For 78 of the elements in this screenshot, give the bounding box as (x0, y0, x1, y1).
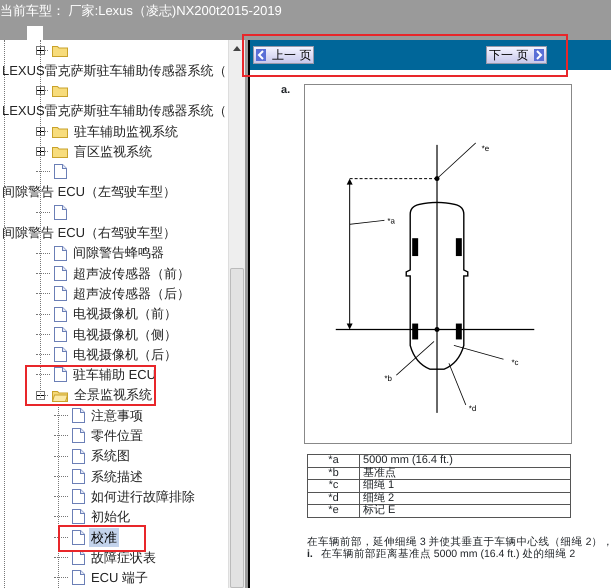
page-icon (54, 164, 67, 180)
step-label: a. (281, 83, 290, 98)
page-icon (72, 428, 85, 444)
legend-key: *d (308, 492, 360, 504)
folder-icon (52, 124, 68, 138)
callout-label: *d (468, 404, 476, 413)
tree-item[interactable]: 电视摄像机（后） (71, 344, 179, 364)
tree-item[interactable]: 初始化 (89, 507, 132, 527)
marker-dot (434, 327, 440, 332)
page-icon (72, 509, 85, 524)
leader-line (453, 345, 504, 360)
legend-key: *b (308, 467, 360, 480)
callout-label: *c (511, 358, 518, 368)
page-icon (54, 326, 67, 342)
scrollbar[interactable] (228, 40, 245, 588)
legend-value: 细绳 2 (360, 492, 570, 504)
legend-key: *a (308, 454, 360, 467)
page-icon (72, 530, 85, 545)
tree-item[interactable]: LEXUS雷克萨斯驻车辅助传感器系统（ (0, 101, 228, 121)
instruction-text: 在车辆前部距离基准点 5000 mm (16.4 ft.) 处的细绳 2 (320, 548, 576, 560)
legend-value: 细绳 1 (360, 480, 570, 492)
page-icon (54, 286, 67, 302)
tree-item[interactable]: 超声波传感器（前） (71, 264, 192, 284)
marker-dot (434, 176, 440, 182)
folder-icon (52, 44, 68, 57)
page-icon (54, 347, 67, 362)
page-icon (72, 408, 85, 423)
tree-item[interactable]: 间隙警告蜂鸣器 (71, 243, 166, 263)
page-icon (72, 468, 85, 484)
tree-item[interactable]: 电视摄像机（前） (71, 304, 179, 324)
tree-item[interactable]: 驻车辅助监视系统 (72, 122, 180, 142)
page-icon (72, 489, 85, 504)
scrollbar-thumb[interactable] (230, 268, 244, 588)
list-marker: i. (307, 548, 313, 560)
left-arrow-icon (256, 49, 266, 61)
leader-line (436, 142, 476, 180)
tree-item[interactable]: 超声波传感器（后） (71, 284, 192, 304)
page-icon (72, 448, 85, 464)
tree-item[interactable]: 如何进行故障排除 (89, 486, 197, 506)
tree-item[interactable]: LEXUS雷克萨斯驻车辅助传感器系统（ (0, 60, 228, 80)
callout-label: *b (384, 374, 392, 384)
folder-icon (52, 388, 68, 402)
tree-item[interactable]: 电视摄像机（侧） (71, 324, 179, 344)
scroll-up-icon[interactable] (233, 46, 241, 51)
page-icon (54, 246, 67, 261)
leader-line (396, 341, 434, 376)
tree-item[interactable]: 盲区监视系统 (72, 142, 154, 162)
page-icon (54, 306, 67, 322)
callout-label: *e (482, 144, 490, 153)
tree-item[interactable]: 系统图 (89, 446, 132, 466)
folder-icon (52, 145, 68, 158)
page-icon (54, 205, 67, 220)
leader-line (349, 220, 385, 225)
right-arrow-icon (534, 49, 544, 61)
page-icon (54, 367, 67, 382)
page-icon (54, 266, 67, 281)
legend-value: 基准点 (360, 467, 570, 480)
instruction-text: 在车辆前部，延伸细绳 3 并使其垂直于车辆中心线（细绳 2）， (307, 536, 611, 548)
page-icon (72, 570, 85, 586)
window-title: 当前车型： 厂家:Lexus（凌志)NX200t2015-2019 (0, 2, 282, 20)
tree-item[interactable]: 零件位置 (89, 426, 145, 446)
tree-item[interactable]: 系统描述 (89, 466, 145, 486)
previous-page-button[interactable]: 上一 页 (253, 46, 314, 64)
legend-value: 5000 mm (16.4 ft.) (360, 454, 570, 467)
callout-label: *a (387, 216, 395, 226)
legend-key: *e (308, 504, 360, 517)
tree-item[interactable]: 注意事项 (89, 406, 145, 426)
folder-icon (52, 84, 68, 98)
tree-item[interactable]: 故障症状表 (89, 548, 158, 568)
tree-item[interactable]: 全景监视系统 (72, 385, 154, 405)
tree-item[interactable]: 校准 (89, 528, 119, 548)
next-page-button[interactable]: 下一 页 (486, 46, 548, 64)
legend-value: 标记 E (360, 504, 570, 517)
legend-key: *c (308, 480, 360, 492)
tree-item[interactable]: ECU 端子 (89, 568, 150, 588)
tree-item[interactable]: 间隙警告 ECU（右驾驶车型） (0, 223, 178, 243)
leader-line (448, 362, 466, 406)
tree-item[interactable]: 间隙警告 ECU（左驾驶车型） (0, 182, 178, 202)
